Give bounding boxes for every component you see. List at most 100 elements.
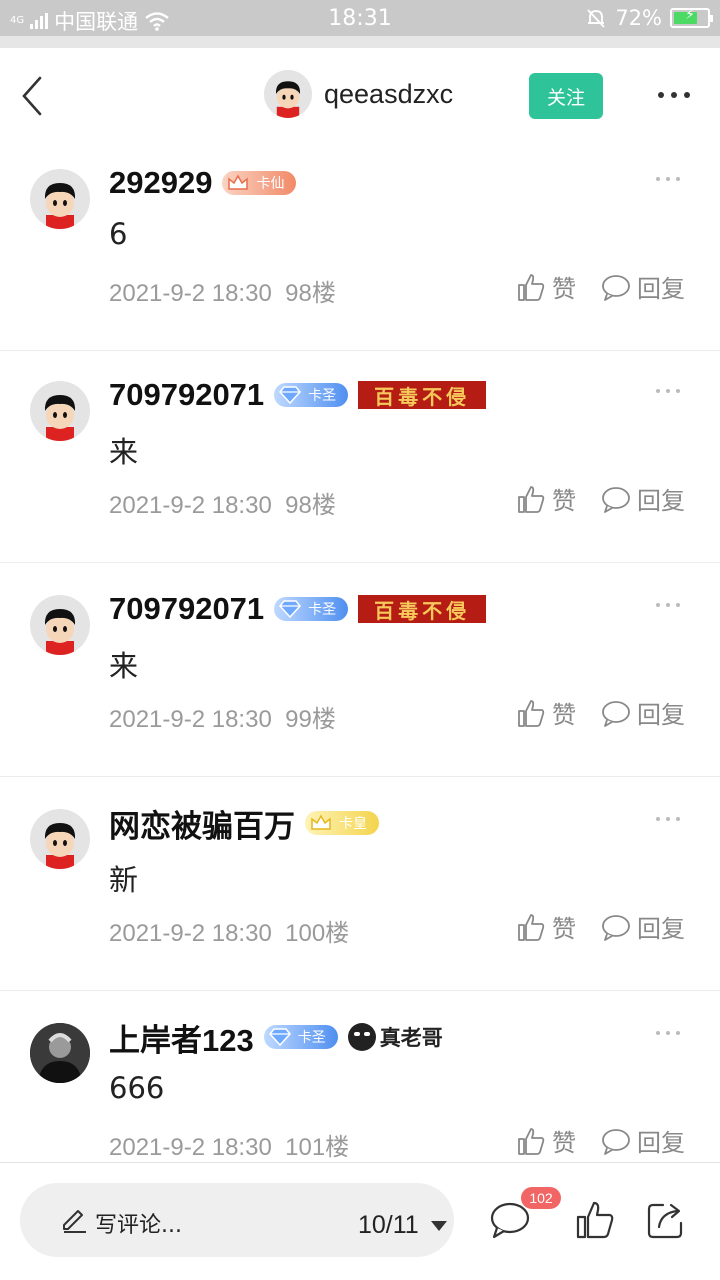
mute-bell-icon [587,9,605,28]
comment-floor: 100楼 [285,920,350,947]
speech-bubble-icon [602,700,630,727]
username[interactable]: 上岸者123 [109,1015,254,1060]
comment-input[interactable]: 写评论... 10/11 [20,1183,454,1257]
title-label: 真老哥 [379,1026,443,1050]
thumbs-up-icon [518,273,545,301]
comment-floor: 99楼 [285,706,336,733]
user-avatar[interactable] [30,809,90,869]
level-badge: 卡圣 [263,1025,338,1049]
cartoon-face-icon [44,609,76,655]
comment-more-icon[interactable] [656,1031,680,1035]
user-avatar[interactable] [30,169,90,229]
comment-header: 709792071 卡圣 百毒不侵 [109,583,487,635]
comment-header: 709792071 卡圣 百毒不侵 [109,369,487,421]
page-selector[interactable]: 10/11 [358,1211,447,1240]
like-label: 赞 [552,275,576,303]
cartoon-face-icon [44,823,76,869]
comment-more-icon[interactable] [656,177,680,181]
reply-label: 回复 [637,1129,685,1157]
reply-button[interactable]: 回复 [601,1123,685,1158]
comment-text: 666 [109,1071,165,1105]
comment-more-icon[interactable] [656,817,680,821]
like-label: 赞 [552,487,576,515]
reply-button[interactable]: 回复 [601,909,685,944]
username[interactable]: 292929 [109,165,212,201]
diamond-icon [268,1028,291,1047]
user-avatar[interactable] [30,595,90,655]
comment-meta: 2021-9-2 18:30 99楼 [109,699,336,734]
reply-button[interactable]: 回复 [601,481,685,516]
badge-label: 卡圣 [308,602,337,618]
badge-label: 卡圣 [308,388,337,404]
crown-icon [311,814,331,830]
like-button[interactable]: 赞 [516,909,576,944]
reply-button[interactable]: 回复 [601,269,685,304]
like-button[interactable]: 赞 [516,695,576,730]
comment-meta: 2021-9-2 18:30 98楼 [109,273,336,308]
comment-header: 292929 卡仙 [109,157,297,209]
user-avatar[interactable] [30,381,90,441]
user-avatar[interactable] [30,1023,90,1083]
post-author[interactable]: qeeasdzxc [264,70,453,118]
comment-time: 2021-9-2 18:30 [109,492,272,519]
title-plaque: 真老哥 [347,1022,443,1052]
cartoon-face-icon [44,395,76,441]
comment-header: 上岸者123 卡圣 真老哥 [109,1011,443,1063]
follow-button[interactable]: 关注 [529,73,603,119]
diamond-icon [279,386,302,405]
comment-more-icon[interactable] [656,603,680,607]
comment-time: 2021-9-2 18:30 [109,1134,272,1161]
comment-header: 网恋被骗百万 卡皇 [109,797,379,849]
more-horizontal-icon[interactable] [658,92,690,98]
speech-bubble-icon [602,914,630,941]
comment-time: 2021-9-2 18:30 [109,280,272,307]
username[interactable]: 709792071 [109,591,264,627]
comment-text: 新 [109,863,139,897]
back-chevron-icon[interactable] [14,74,54,118]
comment-row: 709792071 卡圣 百毒不侵 来 2021-9-2 18:30 99楼 赞… [0,565,720,777]
level-badge: 卡圣 [274,597,349,621]
reply-label: 回复 [637,487,685,515]
username[interactable]: 709792071 [109,377,264,413]
reply-label: 回复 [637,701,685,729]
thumbs-up-icon [518,1127,545,1155]
like-button[interactable]: 赞 [516,269,576,304]
comment-meta: 2021-9-2 18:30 100楼 [109,913,349,948]
comment-floor: 98楼 [285,280,336,307]
like-label: 赞 [552,701,576,729]
comment-count-badge: 102 [521,1187,561,1209]
reply-label: 回复 [637,275,685,303]
like-button[interactable]: 赞 [516,1123,576,1158]
comment-more-icon[interactable] [656,389,680,393]
badge-label: 卡圣 [297,1030,326,1046]
reply-label: 回复 [637,915,685,943]
diamond-icon [279,600,302,619]
badge-label: 卡仙 [256,176,285,192]
speech-bubble-icon [602,274,630,301]
status-gap [0,36,720,48]
cartoon-face-icon [264,70,312,118]
comment-meta: 2021-9-2 18:30 98楼 [109,485,336,520]
author-avatar[interactable] [264,70,312,118]
reply-button[interactable]: 回复 [601,695,685,730]
comment-text: 来 [109,649,139,683]
comment-floor: 98楼 [285,492,336,519]
caret-down-icon [430,1220,447,1231]
comment-row: 709792071 卡圣 百毒不侵 来 2021-9-2 18:30 98楼 赞… [0,351,720,563]
comment-row: 292929 卡仙 6 2021-9-2 18:30 98楼 赞 回复 [0,139,720,351]
status-bar: 4G 中国联通 18:31 72% ⚡ [0,0,720,36]
thumbs-up-icon[interactable] [574,1199,616,1241]
comment-floor: 101楼 [285,1134,350,1161]
author-name[interactable]: qeeasdzxc [324,79,453,110]
like-button[interactable]: 赞 [516,481,576,516]
title-plaque: 百毒不侵 [358,595,487,623]
share-icon[interactable] [645,1199,687,1241]
comment-text: 6 [109,217,128,251]
page-indicator: 10/11 [358,1211,419,1239]
charging-bolt-icon: ⚡ [685,7,695,23]
comment-time: 2021-9-2 18:30 [109,920,272,947]
comment-text: 来 [109,435,139,469]
username[interactable]: 网恋被骗百万 [109,801,295,846]
person-photo-icon [30,1023,90,1083]
mask-face-icon [347,1023,376,1051]
